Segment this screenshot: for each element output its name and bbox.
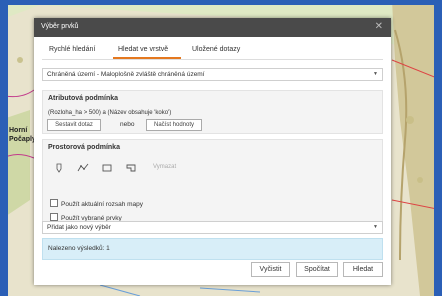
map-frame-top xyxy=(0,0,442,5)
tab-saved-queries[interactable]: Uložené dotazy xyxy=(192,46,240,53)
tab-quick-search[interactable]: Rychlé hledání xyxy=(49,46,95,53)
result-box: Nalezeno výsledků: 1 xyxy=(42,238,383,260)
use-map-extent-checkbox[interactable] xyxy=(50,199,58,207)
load-values-button[interactable]: Načíst hodnoty xyxy=(146,119,202,131)
attribute-condition-panel: Atributová podmínka (Rozloha_ha > 500) a… xyxy=(42,90,383,134)
selection-mode-select[interactable]: Přidat jako nový výběr ▼ xyxy=(42,221,383,234)
close-icon[interactable]: ✕ xyxy=(375,21,383,32)
layer-select-value: Chráněná území - Maloplošně zvláště chrá… xyxy=(47,71,205,78)
clear-geometry-button[interactable]: Vymazat xyxy=(153,164,176,170)
spatial-condition-panel: Prostorová podmínka Vymazat Použít aktuá… xyxy=(42,139,383,231)
feature-selection-dialog: Výběr prvků ✕ Rychlé hledání Hledat ve v… xyxy=(34,18,391,285)
attribute-expression: (Rozloha_ha > 500) a (Název obsahuje 'ko… xyxy=(48,110,172,116)
polygon-icon[interactable] xyxy=(125,163,137,173)
tab-bar: Rychlé hledání Hledat ve vrstvě Uložené … xyxy=(42,42,383,60)
or-text: nebo xyxy=(120,121,135,128)
spatial-condition-title: Prostorová podmínka xyxy=(48,144,120,151)
attribute-condition-title: Atributová podmínka xyxy=(48,95,119,102)
use-selected-features-checkbox[interactable] xyxy=(50,213,58,221)
use-map-extent-label: Použít aktuální rozsah mapy xyxy=(61,201,144,208)
chevron-down-icon: ▼ xyxy=(373,224,378,230)
rectangle-icon[interactable] xyxy=(101,163,113,173)
map-label-horni: Horní xyxy=(9,127,28,134)
map-label-pocaply: Počaply xyxy=(9,136,36,143)
clear-button[interactable]: Vyčistit xyxy=(251,262,290,277)
search-button[interactable]: Hledat xyxy=(343,262,383,277)
chevron-down-icon: ▼ xyxy=(373,71,378,77)
layer-select[interactable]: Chráněná území - Maloplošně zvláště chrá… xyxy=(42,68,383,81)
result-count-text: Nalezeno výsledků: 1 xyxy=(48,245,110,252)
use-map-extent-row[interactable]: Použít aktuální rozsah mapy xyxy=(50,199,143,208)
map-frame-left xyxy=(0,0,8,296)
point-icon[interactable] xyxy=(53,163,65,173)
map-frame-right xyxy=(434,0,442,296)
selection-mode-value: Přidat jako nový výběr xyxy=(47,224,111,231)
count-button[interactable]: Spočítat xyxy=(296,262,338,277)
dialog-title: Výběr prvků xyxy=(41,23,79,30)
dialog-header[interactable]: Výběr prvků ✕ xyxy=(34,18,391,37)
build-query-button[interactable]: Sestavit dotaz xyxy=(47,119,101,131)
active-tab-indicator xyxy=(113,57,181,59)
tab-search-in-layer[interactable]: Hledat ve vrstvě xyxy=(118,46,168,53)
polyline-icon[interactable] xyxy=(77,163,89,173)
